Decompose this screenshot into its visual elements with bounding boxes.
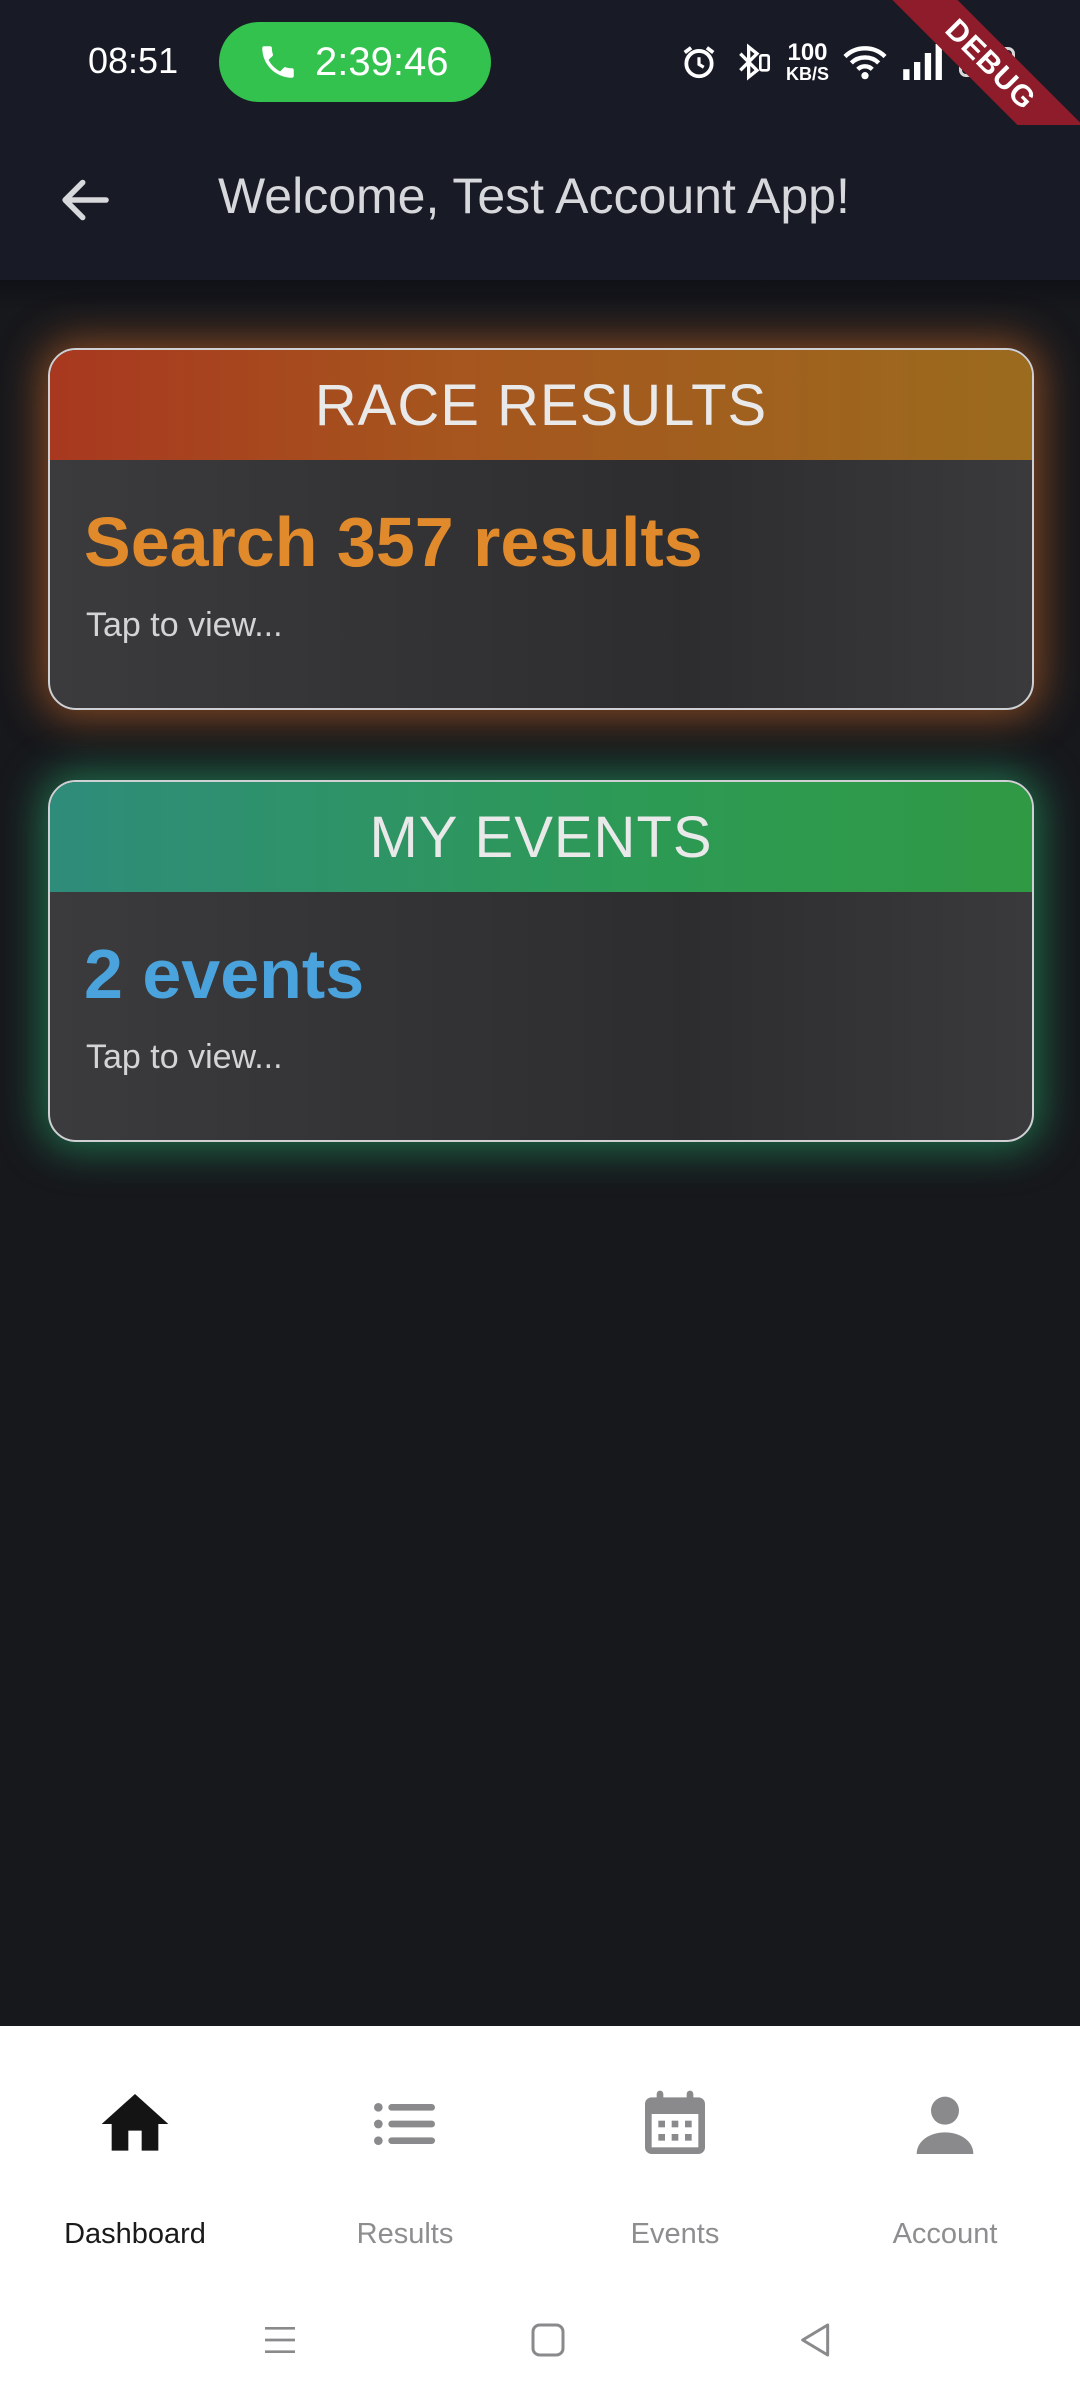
bottom-navigation: Dashboard Results Events Account	[0, 2026, 1080, 2276]
recent-apps-button[interactable]	[250, 2310, 310, 2370]
app-bar-shadow	[0, 280, 1080, 310]
page-title: Welcome, Test Account App!	[218, 168, 850, 224]
list-icon	[374, 2103, 435, 2145]
status-bar: 08:51 2:39:46 100 KB/S 9	[0, 0, 1080, 188]
nav-label-dashboard: Dashboard	[64, 2218, 206, 2250]
nav-label-events: Events	[630, 2218, 720, 2250]
nav-label-account: Account	[892, 2218, 998, 2250]
call-duration: 2:39:46	[315, 39, 449, 84]
phone-icon	[262, 46, 294, 78]
nav-item-results[interactable]: Results	[270, 2026, 540, 2276]
race-results-header: RACE RESULTS	[50, 350, 1032, 460]
my-events-hint: Tap to view...	[86, 1038, 283, 1076]
back-triangle-icon	[801, 2323, 830, 2357]
network-speed-value: 100	[787, 39, 828, 66]
race-results-count: Search 357 results	[84, 503, 703, 581]
alarm-icon	[683, 46, 715, 79]
calendar-icon	[645, 2090, 705, 2154]
bluetooth-icon	[739, 43, 770, 81]
home-square-icon	[531, 2323, 565, 2357]
my-events-header: MY EVENTS	[50, 782, 1032, 892]
menu-icon	[265, 2327, 295, 2353]
race-results-hint: Tap to view...	[86, 606, 283, 644]
status-time: 08:51	[88, 40, 179, 81]
race-results-card[interactable]: RACE RESULTS Search 357 results Tap to v…	[48, 348, 1034, 710]
system-navigation-bar	[0, 2276, 1080, 2400]
back-button[interactable]	[50, 165, 120, 235]
nav-item-account[interactable]: Account	[810, 2026, 1080, 2276]
network-speed: 100 KB/S	[786, 39, 830, 84]
person-icon	[916, 2096, 974, 2154]
nav-item-events[interactable]: Events	[540, 2026, 810, 2276]
arrow-back-icon	[62, 179, 109, 221]
system-back-button[interactable]	[786, 2310, 846, 2370]
my-events-count: 2 events	[84, 935, 365, 1013]
nav-item-dashboard[interactable]: Dashboard	[0, 2026, 270, 2276]
nav-label-results: Results	[356, 2218, 454, 2250]
app-bar: Welcome, Test Account App!	[0, 125, 1080, 280]
ongoing-call-pill[interactable]: 2:39:46	[219, 22, 491, 102]
signal-icon	[903, 44, 942, 80]
wifi-icon	[843, 46, 887, 80]
system-home-button[interactable]	[518, 2310, 578, 2370]
my-events-card[interactable]: MY EVENTS 2 events Tap to view...	[48, 780, 1034, 1142]
home-icon	[101, 2094, 169, 2151]
network-speed-unit: KB/S	[786, 64, 830, 84]
